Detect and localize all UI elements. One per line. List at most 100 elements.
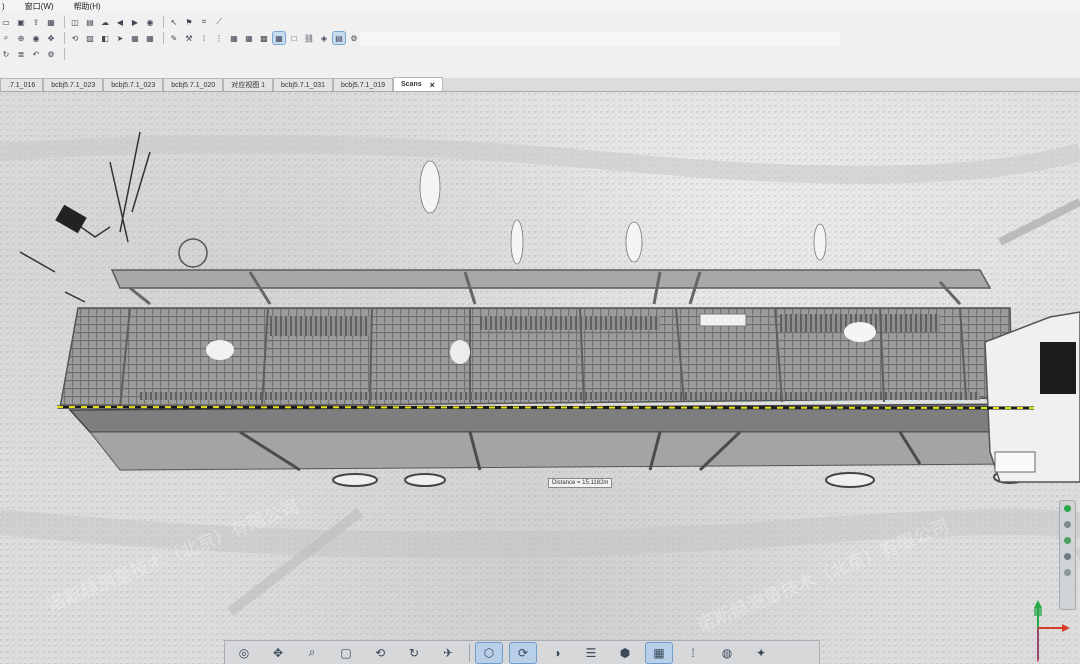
- refresh-icon[interactable]: ↻: [401, 643, 427, 663]
- zoom-icon[interactable]: ⌕: [299, 643, 325, 663]
- tab-1[interactable]: bcbj5.7.1_023: [43, 78, 104, 91]
- window-icon[interactable]: ▤: [84, 16, 96, 28]
- grid-icon[interactable]: ▦: [645, 641, 673, 664]
- orbit-point-icon[interactable]: ⟳: [509, 641, 537, 664]
- image-icon[interactable]: ▨: [84, 32, 96, 44]
- table-icon[interactable]: ▦: [45, 16, 57, 28]
- cube-view-icon[interactable]: ⬡: [475, 641, 503, 664]
- orbit-icon[interactable]: ◎: [231, 643, 257, 663]
- toolbar-empty-region: [360, 32, 840, 46]
- tab-bar: .7.1_016 bcbj5.7.1_023 bcbj5.7.1_023 bcbj5.…: [0, 77, 1080, 92]
- toolbar-separator: [163, 32, 164, 44]
- pan-icon[interactable]: ✥: [265, 643, 291, 663]
- half-icon[interactable]: ◑: [544, 643, 570, 663]
- tool-icon[interactable]: ⚒: [183, 32, 195, 44]
- rotate-icon[interactable]: ⟲: [367, 643, 393, 663]
- zoom-fit-icon[interactable]: ⊕: [15, 32, 27, 44]
- link-icon[interactable]: ⛓: [303, 32, 315, 44]
- camera-icon[interactable]: ◉: [144, 16, 156, 28]
- settings-icon[interactable]: ⚙: [45, 48, 57, 60]
- arrow-icon[interactable]: ➤: [114, 32, 126, 44]
- point-cloud-viewport[interactable]: 诺斯赫测量技术（北京）有限公司 诺斯赫测量技术（北京）有限公司 Distance…: [0, 92, 1080, 664]
- tab-6[interactable]: bcbj5.7.1_019: [333, 78, 394, 91]
- tab-label: bcbj5.7.1_031: [281, 81, 326, 89]
- tab-5[interactable]: bcbj5.7.1_031: [273, 78, 334, 91]
- tab-label: bcbj5.7.1_023: [51, 81, 96, 89]
- dots-icon[interactable]: ⁞: [680, 643, 706, 663]
- tab-label: bcbj5.7.1_019: [341, 81, 386, 89]
- grid-icon[interactable]: ▦: [144, 32, 156, 44]
- menu-item-help[interactable]: 帮助(H): [74, 1, 101, 12]
- menu-item-window[interactable]: 窗口(W): [25, 1, 54, 12]
- toolbar-separator: [64, 16, 65, 28]
- grid-medium-icon[interactable]: ▦: [228, 32, 240, 44]
- fly-icon[interactable]: ✈: [435, 643, 461, 663]
- grid-xl-icon[interactable]: ▩: [258, 32, 270, 44]
- tab-label: bcbj5.7.1_020: [171, 81, 216, 89]
- toolbar-row-2: ⌕ ⊕ ◉ ✥ ⟲ ▨ ◧ ➤ ▦ ▦ ✎ ⚒ ⁞ ⋮ ▦ ▦ ▩ ▦ □ ⛓ ◈ ▤ ⚙: [0, 30, 363, 46]
- layout-icon[interactable]: ◫: [69, 16, 81, 28]
- point-cloud-scene: 诺斯赫测量技术（北京）有限公司 诺斯赫测量技术（北京）有限公司: [0, 92, 1080, 664]
- zoom-icon[interactable]: ⌕: [0, 32, 12, 44]
- move-icon[interactable]: ✥: [45, 32, 57, 44]
- window-icon[interactable]: ▤: [332, 31, 346, 45]
- table-icon[interactable]: ▦: [272, 31, 286, 45]
- save-icon[interactable]: ▣: [15, 16, 27, 28]
- view-icon[interactable]: ◧: [99, 32, 111, 44]
- forward-icon[interactable]: ▶: [129, 16, 141, 28]
- tab-3[interactable]: bcbj5.7.1_020: [163, 78, 224, 91]
- undo-icon[interactable]: ↶: [30, 48, 42, 60]
- navigation-mini-panel: [1059, 500, 1076, 610]
- grid-small-icon[interactable]: ⋮: [213, 32, 225, 44]
- menu-bar: ) 窗口(W) 帮助(H): [0, 0, 1080, 12]
- stack-icon[interactable]: ☰: [578, 643, 604, 663]
- distance-measurement-line: [56, 405, 1035, 410]
- rotate-icon[interactable]: ⟲: [69, 32, 81, 44]
- tab-label: Scans: [401, 81, 422, 88]
- close-icon[interactable]: ×: [430, 80, 435, 90]
- cloud-icon[interactable]: ☁: [99, 16, 111, 28]
- menu-item-partial[interactable]: ): [2, 2, 5, 11]
- tab-7[interactable]: Scans ×: [393, 77, 443, 91]
- view-toggle-icon[interactable]: [1064, 521, 1071, 528]
- tab-2[interactable]: bcbj5.7.1_023: [103, 78, 164, 91]
- toolbar-row-1: ▭ ▣ ⇪ ▦ ◫ ▤ ☁ ◀ ▶ ◉ ↖ ⚑ ⌗ ⟋: [0, 14, 228, 30]
- paint-icon[interactable]: ✦: [748, 643, 774, 663]
- toolbar-separator: [469, 643, 470, 662]
- toolbar-area: ▭ ▣ ⇪ ▦ ◫ ▤ ☁ ◀ ▶ ◉ ↖ ⚑ ⌗ ⟋ ⌕ ⊕ ◉ ✥ ⟲ ▨ ◧ ➤ ▦ ▦ ✎ ⚒ ⁞ ⋮ ▦ ▦ ▩ ▦ □ ⛓ ◈ ▤ ⚙ ↻…: [0, 12, 1080, 78]
- toolbar-row-3: ↻ ≣ ↶ ⚙: [0, 46, 69, 62]
- tab-0[interactable]: .7.1_016: [0, 78, 44, 91]
- axis-gizmo: [1034, 600, 1070, 662]
- box-icon[interactable]: ▢: [333, 643, 359, 663]
- back-icon[interactable]: ◀: [114, 16, 126, 28]
- tab-label: .7.1_016: [8, 81, 36, 89]
- dots-icon[interactable]: ⁞: [198, 32, 210, 44]
- tab-4[interactable]: 对应视图 1: [223, 78, 274, 91]
- view-toolbar: ◎ ✥ ⌕ ▢ ⟲ ↻ ✈ ⬡ ⟳ ◑ ☰ ⬢ ▦ ⁞ ◍ ✦: [224, 640, 820, 664]
- refresh-icon[interactable]: ↻: [0, 48, 12, 60]
- pin-icon[interactable]: ⚑: [183, 16, 195, 28]
- pointer-icon[interactable]: ↖: [168, 16, 180, 28]
- layers-icon[interactable]: ≣: [15, 48, 27, 60]
- pen-icon[interactable]: ✎: [168, 32, 180, 44]
- status-green-icon[interactable]: [1064, 505, 1071, 512]
- distance-label: Distance = 15.1182m: [548, 478, 613, 488]
- hexagon-icon[interactable]: ⬢: [612, 643, 638, 663]
- gear-icon[interactable]: ⚙: [348, 32, 360, 44]
- filter-icon[interactable]: [1064, 553, 1071, 560]
- color-wheel-icon[interactable]: ◍: [714, 643, 740, 663]
- layer-toggle-icon[interactable]: [1064, 537, 1071, 544]
- application-window: ) 窗口(W) 帮助(H) ▭ ▣ ⇪ ▦ ◫ ▤ ☁ ◀ ▶ ◉ ↖ ⚑ ⌗ ⟋ ⌕ ⊕ ◉ ✥ ⟲ ▨ ◧ ➤ ▦ ▦ ✎…: [0, 0, 1080, 664]
- export-icon[interactable]: ⇪: [30, 16, 42, 28]
- cube-icon[interactable]: ◈: [318, 32, 330, 44]
- settings-icon[interactable]: [1064, 569, 1071, 576]
- toolbar-separator: [163, 16, 164, 28]
- camera-icon[interactable]: ◉: [30, 32, 42, 44]
- grid-large-icon[interactable]: ▦: [243, 32, 255, 44]
- open-icon[interactable]: ▭: [0, 16, 12, 28]
- measure-icon[interactable]: ⟋: [213, 16, 225, 28]
- toolbar-separator: [64, 48, 65, 60]
- tag-icon[interactable]: ⌗: [198, 16, 210, 28]
- square-icon[interactable]: □: [288, 32, 300, 44]
- grid-icon[interactable]: ▦: [129, 32, 141, 44]
